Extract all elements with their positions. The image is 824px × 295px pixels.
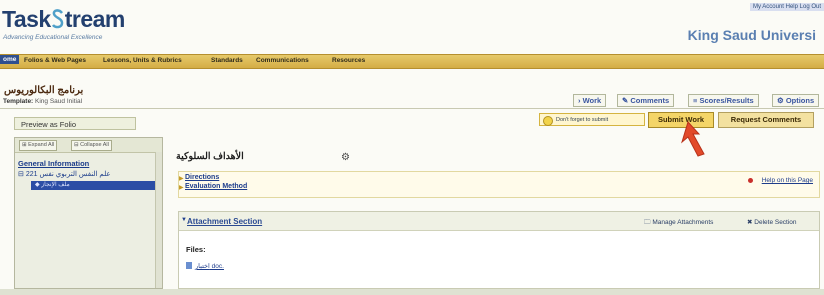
selected-label: ملف الإنجاز xyxy=(41,182,70,188)
logo-prefix: Task xyxy=(2,6,51,32)
template-value: King Saud Initial xyxy=(35,98,83,105)
file-name: اختبار doc. xyxy=(195,263,224,270)
tab-scores[interactable]: ≡ Scores/Results xyxy=(688,94,759,107)
sidebar-item-course[interactable]: ⊟ 221 علم النفس التربوي نفس xyxy=(18,170,111,178)
sidebar-item-general-information[interactable]: General Information xyxy=(18,159,89,168)
header: Task tream Advancing Educational Excellen… xyxy=(0,0,824,52)
help-link[interactable]: Help on this Page xyxy=(762,177,813,184)
nav-lessons[interactable]: Lessons, Units & Rubrics xyxy=(103,57,182,64)
sidebar: ⊞ Expand All ⊟ Collapse All General Info… xyxy=(14,137,163,289)
directions-expand-icon[interactable]: ▶ xyxy=(179,175,184,182)
tab-comments-label: Comments xyxy=(630,96,670,105)
request-comments-button[interactable]: Request Comments xyxy=(718,112,814,128)
tab-work[interactable]: › Work xyxy=(573,94,607,107)
file-icon xyxy=(186,262,192,269)
reminder-text: Don't forget to submit xyxy=(556,117,609,123)
section-title: الأهداف السلوكية xyxy=(176,151,244,162)
work-title: برنامج البكالوريوس xyxy=(4,85,84,96)
nav-home[interactable]: ome xyxy=(0,55,20,64)
attachment-header: ▼ Attachment Section 🗀 Manage Attachment… xyxy=(179,212,819,231)
main-nav: ome Folios & Web Pages Lessons, Units & … xyxy=(0,54,824,69)
tab-work-label: Work xyxy=(582,96,602,105)
file-link[interactable]: اختبار doc. xyxy=(186,262,224,270)
gear-icon[interactable]: ⚙ xyxy=(341,152,350,163)
delete-section-button[interactable]: ✖ Delete Section xyxy=(747,218,797,226)
sidebar-scrollbar[interactable] xyxy=(155,152,162,288)
bulb-icon xyxy=(543,116,553,126)
template-label: Template: xyxy=(3,98,34,105)
page: Task tream Advancing Educational Excellen… xyxy=(0,0,824,295)
attachment-section: ▼ Attachment Section 🗀 Manage Attachment… xyxy=(178,211,820,289)
expand-all-label: Expand All xyxy=(28,142,55,148)
manage-label: Manage Attachments xyxy=(652,219,714,226)
expand-all-button[interactable]: ⊞ Expand All xyxy=(19,140,58,151)
arrow-pointer-icon xyxy=(681,121,705,157)
preview-as-folio-button[interactable]: Preview as Folio xyxy=(14,117,136,130)
tagline: Advancing Educational Excellence xyxy=(3,34,103,41)
logo-s-icon xyxy=(51,9,63,29)
nav-standards[interactable]: Standards xyxy=(211,57,243,64)
collapse-all-label: Collapse All xyxy=(80,142,109,148)
files-label: Files: xyxy=(186,245,206,254)
top-links[interactable]: My Account Help Log Out xyxy=(749,3,824,11)
evaluation-method-link[interactable]: Evaluation Method xyxy=(185,183,247,190)
tab-comments[interactable]: ✎ Comments xyxy=(617,94,675,107)
directions-link[interactable]: Directions xyxy=(185,174,219,181)
tab-options[interactable]: ⚙ Options xyxy=(772,94,820,107)
university-name: King Saud Universi xyxy=(687,27,816,43)
collapse-all-button[interactable]: ⊟ Collapse All xyxy=(71,140,112,151)
tab-scores-label: Scores/Results xyxy=(699,96,754,105)
page-bottom xyxy=(0,289,824,295)
template-line: Template: King Saud Initial xyxy=(3,98,82,105)
logo[interactable]: Task tream xyxy=(2,6,125,33)
delete-label: Delete Section xyxy=(754,219,797,226)
logo-suffix: tream xyxy=(64,6,126,32)
directions-box: ▶ Directions ▶ Evaluation Method Help on… xyxy=(178,171,820,198)
evaluation-expand-icon[interactable]: ▶ xyxy=(179,184,184,191)
manage-attachments-button[interactable]: 🗀 Manage Attachments xyxy=(644,218,713,229)
nav-communications[interactable]: Communications xyxy=(256,57,309,64)
divider xyxy=(0,108,824,109)
nav-resources[interactable]: Resources xyxy=(332,57,365,64)
tree-controls: ⊞ Expand All ⊟ Collapse All xyxy=(15,138,162,153)
main-content: الأهداف السلوكية ⚙ ▶ Directions ▶ Evalua… xyxy=(166,137,822,289)
sidebar-item-selected[interactable]: ◆ ملف الإنجاز xyxy=(31,181,156,190)
tab-options-label: Options xyxy=(785,96,815,105)
nav-folios[interactable]: Folios & Web Pages xyxy=(24,57,86,64)
course-label: 221 علم النفس التربوي نفس xyxy=(25,171,111,178)
attachment-title[interactable]: Attachment Section xyxy=(187,217,262,226)
submit-reminder: Don't forget to submit xyxy=(539,113,645,126)
help-icon xyxy=(748,178,753,183)
